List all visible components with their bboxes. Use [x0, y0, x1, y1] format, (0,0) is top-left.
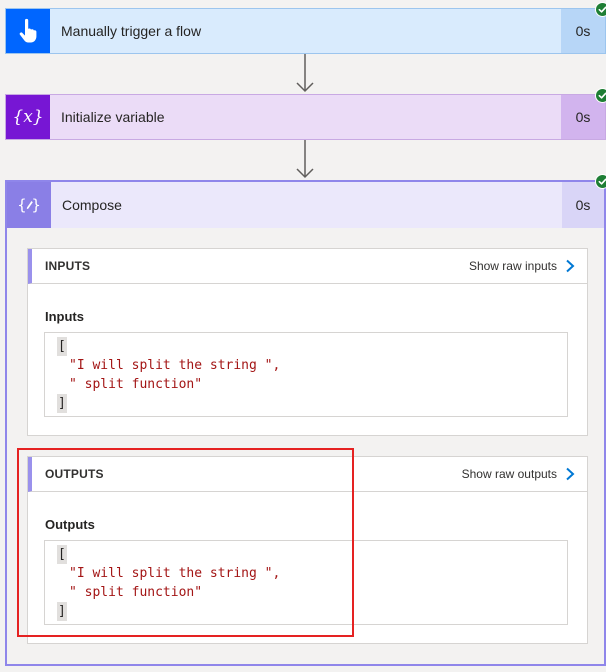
panel-title: OUTPUTS: [45, 467, 104, 481]
inputs-line-2: " split function": [69, 377, 203, 392]
compose-braces-icon: { }: [7, 182, 51, 228]
inputs-line-1: "I will split the string ",: [69, 358, 281, 373]
arrow-down-icon: [296, 54, 314, 93]
outputs-panel: OUTPUTS Show raw outputs Outputs [ "I wi…: [27, 456, 588, 644]
outputs-panel-header: OUTPUTS Show raw outputs: [28, 457, 587, 492]
chevron-right-icon: [566, 467, 575, 481]
close-bracket: ]: [57, 394, 67, 413]
close-bracket: ]: [57, 602, 67, 621]
compose-header[interactable]: { } Compose 0s: [7, 182, 604, 228]
step-initialize-variable[interactable]: {x} Initialize variable 0s: [5, 88, 606, 140]
step-manually-trigger[interactable]: Manually trigger a flow 0s: [5, 2, 606, 54]
step-title: Compose: [62, 197, 122, 213]
step-compose[interactable]: { } Compose 0s INPUTS Show raw inputs In…: [5, 174, 606, 666]
show-raw-inputs-link[interactable]: Show raw inputs: [469, 259, 575, 273]
touch-hand-icon: [6, 9, 50, 53]
step-title: Initialize variable: [61, 109, 165, 125]
panel-title: INPUTS: [45, 259, 91, 273]
chevron-right-icon: [566, 259, 575, 273]
inputs-panel-header: INPUTS Show raw inputs: [28, 249, 587, 284]
show-raw-inputs-label: Show raw inputs: [468, 259, 557, 273]
inputs-label: Inputs: [45, 309, 84, 324]
variable-x-icon: {x}: [6, 95, 50, 139]
checkmark-icon: [595, 174, 606, 189]
open-bracket: [: [57, 337, 67, 356]
show-raw-outputs-label: Show raw outputs: [461, 467, 557, 481]
checkmark-icon: [595, 88, 606, 103]
outputs-line-1: "I will split the string ",: [69, 566, 281, 581]
svg-text:{x}: {x}: [12, 107, 43, 127]
outputs-value-box: [ "I will split the string ", " split fu…: [44, 540, 568, 625]
outputs-line-2: " split function": [69, 585, 203, 600]
inputs-panel: INPUTS Show raw inputs Inputs [ "I will …: [27, 248, 588, 436]
step-title: Manually trigger a flow: [61, 23, 202, 39]
checkmark-icon: [595, 2, 606, 17]
inputs-value-box: [ "I will split the string ", " split fu…: [44, 332, 568, 417]
arrow-down-icon: [296, 140, 314, 179]
outputs-label: Outputs: [45, 517, 95, 532]
open-bracket: [: [57, 545, 67, 564]
show-raw-outputs-link[interactable]: Show raw outputs: [462, 467, 575, 481]
step-duration: 0s: [562, 182, 604, 228]
